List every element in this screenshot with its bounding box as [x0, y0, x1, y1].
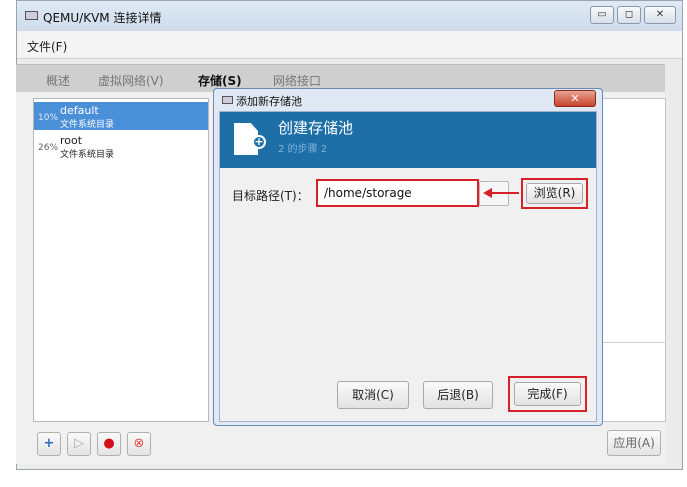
pool-type: 文件系统目录	[60, 150, 115, 160]
annotation-arrow-shaft	[491, 192, 519, 194]
maximize-button[interactable]: ◻	[617, 6, 641, 24]
tab-overview[interactable]: 概述	[46, 72, 70, 89]
wizard-step: 2 的步骤 2	[278, 144, 328, 155]
stop-pool-button[interactable]: ●	[97, 432, 121, 456]
annotation-arrow-icon	[483, 188, 492, 198]
title-bar: QEMU/KVM 连接详情 ▭ ◻ ✕	[17, 1, 682, 31]
pool-usage: 26%	[38, 143, 59, 153]
apply-button[interactable]: 应用(A)	[607, 430, 661, 456]
wizard-title: 创建存储池	[278, 119, 354, 137]
finish-highlight: 完成(F)	[508, 376, 587, 412]
add-pool-button[interactable]: +	[37, 432, 61, 456]
add-pool-dialog: 添加新存储池 ✕ + 创建存储池 2 的步骤 2 目标路径(T)： 浏览(R) …	[213, 88, 603, 426]
browse-button[interactable]: 浏览(R)	[526, 183, 583, 204]
pool-item-default[interactable]: 10% default 文件系统目录	[34, 102, 208, 130]
tab-storage[interactable]: 存储(S)	[198, 72, 242, 89]
finish-button[interactable]: 完成(F)	[514, 382, 581, 406]
browse-highlight: 浏览(R)	[521, 178, 588, 209]
dialog-body: + 创建存储池 2 的步骤 2 目标路径(T)： 浏览(R) 取消(C) 后退(…	[219, 111, 597, 422]
cancel-button[interactable]: 取消(C)	[337, 381, 409, 409]
menu-bar: 文件(F)	[17, 31, 682, 59]
target-path-label: 目标路径(T)：	[232, 189, 309, 203]
pool-name: root	[60, 134, 83, 147]
dialog-app-icon	[222, 96, 233, 104]
tab-virtual-networks[interactable]: 虚拟网络(V)	[98, 72, 164, 89]
app-icon	[25, 11, 38, 20]
dialog-title: 添加新存储池	[236, 95, 302, 108]
back-button[interactable]: 后退(B)	[423, 381, 493, 409]
pool-type: 文件系统目录	[60, 120, 115, 130]
dialog-close-button[interactable]: ✕	[554, 90, 596, 107]
close-button[interactable]: ✕	[644, 6, 676, 24]
tab-network-interfaces[interactable]: 网络接口	[273, 72, 321, 89]
pool-usage: 10%	[38, 113, 59, 123]
plus-badge-icon: +	[252, 135, 266, 149]
menu-file[interactable]: 文件(F)	[27, 38, 67, 55]
pool-name: default	[60, 104, 99, 117]
pool-list: 10% default 文件系统目录 26% root 文件系统目录	[33, 98, 209, 422]
target-path-input[interactable]	[316, 179, 479, 207]
window-title: QEMU/KVM 连接详情	[43, 11, 162, 25]
pool-item-root[interactable]: 26% root 文件系统目录	[34, 132, 208, 160]
minimize-button[interactable]: ▭	[590, 6, 614, 24]
delete-pool-button[interactable]: ⊗	[127, 432, 151, 456]
wizard-header: + 创建存储池 2 的步骤 2	[220, 112, 596, 168]
dialog-title-bar: 添加新存储池 ✕	[214, 89, 602, 111]
start-pool-button[interactable]: ▷	[67, 432, 91, 456]
